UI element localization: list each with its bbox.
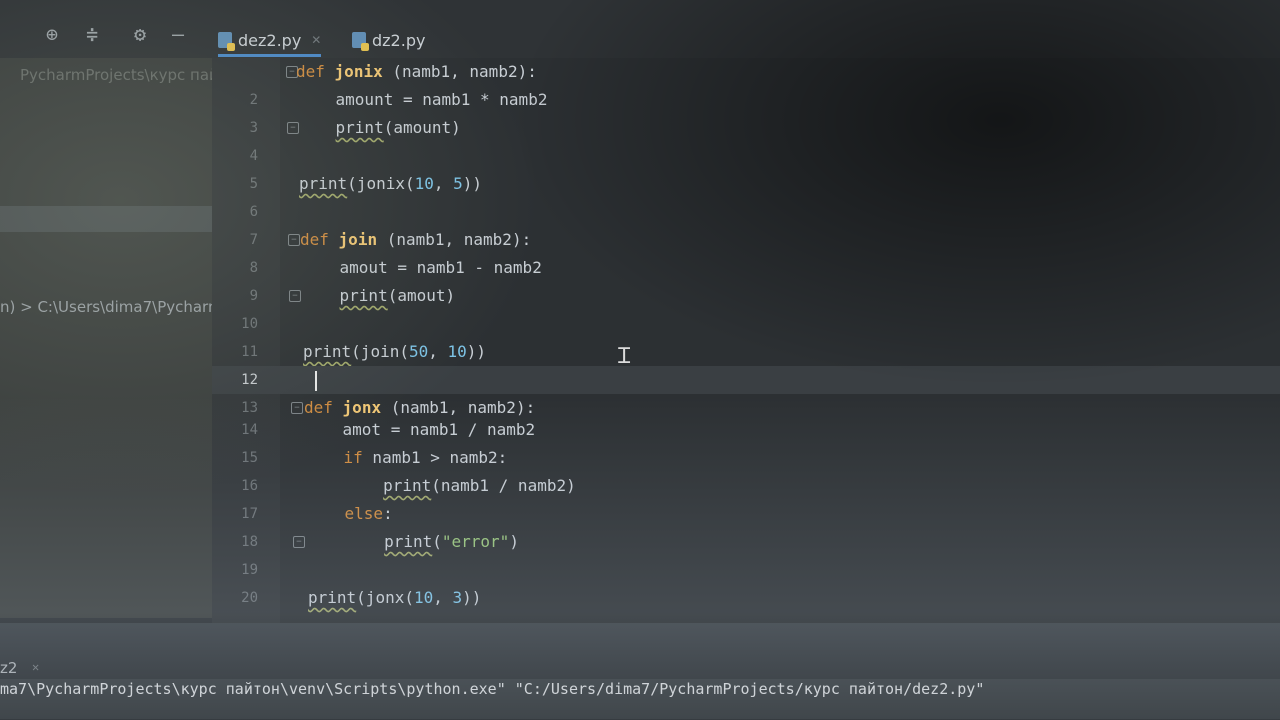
code-text: else:: [344, 504, 393, 523]
code-line[interactable]: 7 − def join (namb1, namb2):: [212, 226, 1280, 254]
gear-icon[interactable]: ⚙: [134, 24, 146, 44]
globe-icon[interactable]: ⊕: [46, 24, 58, 44]
close-run-tab-icon[interactable]: ✕: [32, 660, 39, 674]
code-line[interactable]: 18 − print("error"): [212, 528, 1280, 556]
text-cursor-icon: Ɪ: [618, 344, 631, 369]
code-text: if namb1 > namb2:: [343, 448, 508, 467]
line-number: 5: [249, 176, 258, 192]
line-number: 7: [249, 232, 258, 248]
code-line[interactable]: 3− print(amount): [212, 114, 1280, 142]
line-number: 18: [241, 534, 258, 550]
line-number: 17: [241, 506, 258, 522]
line-number: 11: [241, 344, 258, 360]
run-tab-label[interactable]: z2: [0, 659, 17, 677]
code-text: print(amount): [335, 118, 461, 137]
line-number: 9: [249, 288, 258, 304]
code-line[interactable]: 19: [212, 556, 1280, 584]
code-line[interactable]: 16 print(namb1 / namb2): [212, 472, 1280, 500]
fold-icon[interactable]: −: [293, 536, 305, 548]
path-label: n) > C:\Users\dima7\Pycharm: [0, 298, 223, 316]
line-number: 4: [249, 148, 258, 164]
line-number: 14: [241, 422, 258, 438]
code-text: print(join(50, 10)): [303, 342, 487, 361]
code-line[interactable]: 10: [212, 310, 1280, 338]
run-panel: z2 ✕ ma7\PycharmProjects\курс пайтон\ven…: [0, 623, 1280, 720]
code-line[interactable]: 15 if namb1 > namb2:: [212, 444, 1280, 472]
line-number: 2: [249, 92, 258, 108]
code-text: amot = namb1 / namb2: [304, 420, 536, 439]
code-line[interactable]: 12: [212, 366, 1280, 394]
run-command-output: ma7\PycharmProjects\курс пайтон\venv\Scr…: [0, 679, 1280, 719]
code-text: print(namb1 / namb2): [383, 476, 576, 495]
fold-icon[interactable]: −: [291, 402, 303, 414]
line-number: 10: [241, 316, 258, 332]
code-text: print(jonix(10, 5)): [299, 174, 483, 193]
code-line[interactable]: 14 amot = namb1 / namb2: [212, 416, 1280, 444]
code-text: amout = namb1 - namb2: [301, 258, 542, 277]
project-title[interactable]: PycharmProjects\курс пай: [20, 66, 219, 84]
code-text: print(amout): [339, 286, 456, 305]
code-line[interactable]: 20 print(jonx(10, 3)): [212, 584, 1280, 612]
python-file-icon: [352, 32, 369, 51]
code-line[interactable]: 9 − print(amout): [212, 282, 1280, 310]
line-number: 6: [249, 204, 258, 220]
code-text: def jonix (namb1, namb2):: [296, 62, 537, 81]
tab-label: dz2.py: [372, 30, 426, 50]
text-caret: [315, 371, 317, 391]
code-line[interactable]: 17 else:: [212, 500, 1280, 528]
code-text: print("error"): [384, 532, 519, 551]
line-number: 8: [249, 260, 258, 276]
code-line[interactable]: 5 print(jonix(10, 5)): [212, 170, 1280, 198]
tab-dez2[interactable]: dez2.py ✕: [218, 26, 322, 57]
tab-label: dez2.py: [238, 30, 302, 50]
code-editor[interactable]: − def jonix (namb1, namb2): 2 amount = nam…: [212, 58, 1280, 623]
line-number: 3: [249, 120, 258, 136]
code-line[interactable]: − def jonix (namb1, namb2):: [212, 58, 1280, 86]
code-text: def join (namb1, namb2):: [300, 230, 532, 249]
line-number: 16: [241, 478, 258, 494]
code-line[interactable]: 11 print(join(50, 10)): [212, 338, 1280, 366]
close-tab-icon[interactable]: ✕: [311, 33, 321, 47]
code-line[interactable]: 2 amount = namb1 * namb2: [212, 86, 1280, 114]
selected-row[interactable]: [0, 206, 212, 232]
line-number: 19: [241, 562, 258, 578]
fold-icon[interactable]: −: [289, 290, 301, 302]
code-text: print(jonx(10, 3)): [308, 588, 482, 607]
line-number: 20: [241, 590, 258, 606]
editor-toolbar: ⊕ ≑ ⚙ — dez2.py ✕ dz2.py: [0, 0, 1280, 59]
project-panel: PycharmProjects\курс пай n) > C:\Users\d…: [0, 58, 223, 618]
code-line[interactable]: 6: [212, 198, 1280, 226]
fold-icon[interactable]: −: [288, 234, 300, 246]
line-number: 12: [241, 372, 258, 388]
tab-dz2[interactable]: dz2.py: [352, 26, 425, 54]
code-line[interactable]: 4: [212, 142, 1280, 170]
minimize-icon[interactable]: —: [172, 24, 184, 44]
python-file-icon: [218, 32, 235, 51]
code-line[interactable]: 8 amout = namb1 - namb2: [212, 254, 1280, 282]
code-text: amount = namb1 * namb2: [297, 90, 548, 109]
line-number: 15: [241, 450, 258, 466]
collapse-icon[interactable]: ≑: [86, 24, 98, 44]
